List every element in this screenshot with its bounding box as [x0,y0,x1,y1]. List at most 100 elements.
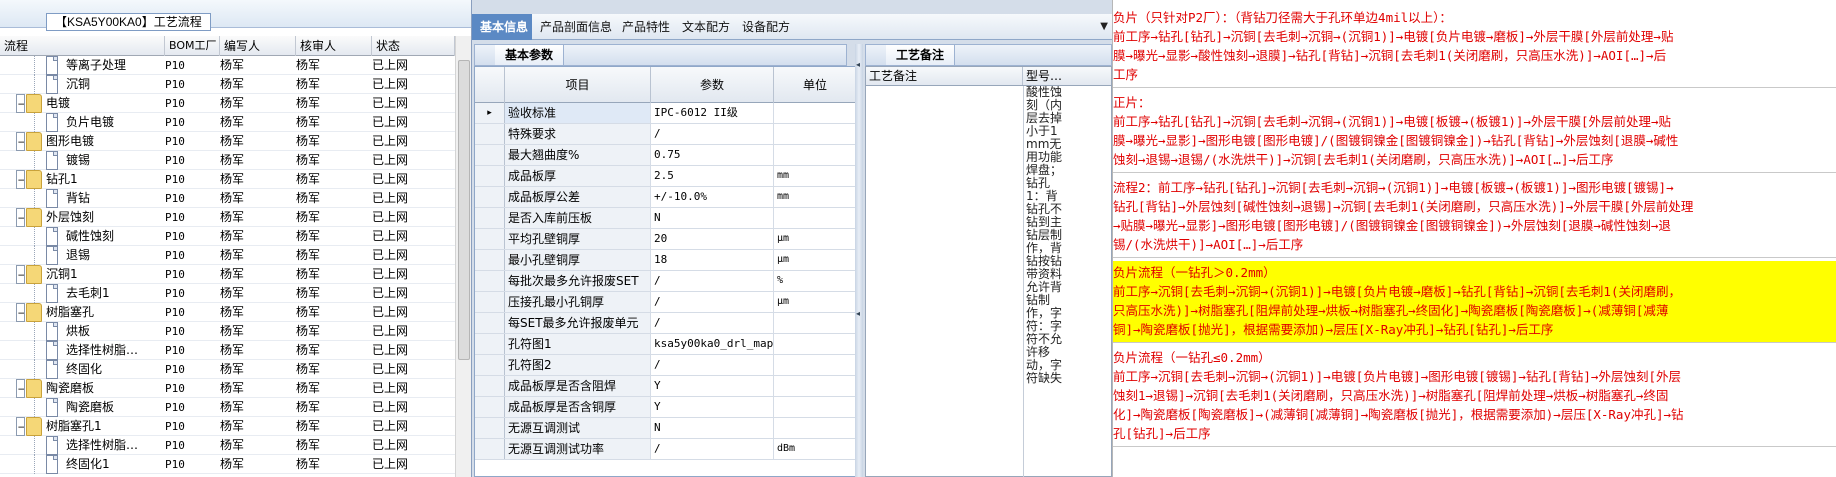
tree-item-label[interactable]: 沉铜1 [46,265,180,284]
grid-row[interactable]: 孔符图1ksa5y00ka0_drl_map.pdf [475,334,855,355]
tree-row[interactable]: − 电镀P10 杨军 杨军 已上网 [0,94,455,113]
grid-header-param[interactable]: 参数 [651,67,774,103]
tree-row[interactable]: 终固化 P10 杨军 杨军 已上网 [0,360,455,379]
grid-param-cell[interactable]: / [651,313,774,333]
tree-row[interactable]: − 沉铜1P10 杨军 杨军 已上网 [0,265,455,284]
grid-param-cell[interactable]: / [651,355,774,375]
grid-row[interactable]: 平均孔壁铜厚 20 μm [475,229,855,250]
grid-param-cell[interactable]: ksa5y00ka0_drl_map.pdf [651,334,774,354]
grid-row[interactable]: 压接孔最小孔铜厚 / μm [475,292,855,313]
notes-header-notes[interactable]: 工艺备注 [866,67,1023,85]
grid-param-cell[interactable]: / [651,439,774,459]
tree-row[interactable]: 烘板 P10 杨军 杨军 已上网 [0,322,455,341]
notes-body[interactable]: 酸性蚀刻（内层去掉小于1mm无用功能焊盘；钻孔1：背钻孔不钻到主钻层制作，背钻按… [865,86,1112,477]
column-header-writer[interactable]: 编写人 [220,36,296,56]
tree-row[interactable]: − 陶瓷磨板P10 杨军 杨军 已上网 [0,379,455,398]
grid-param-cell[interactable]: Y [651,397,774,417]
tree-item-label[interactable]: 陶瓷磨板 [66,398,180,417]
expand-icon[interactable]: − [16,379,25,398]
row-indicator[interactable] [475,166,505,186]
tab-text-recipe[interactable]: 文本配方 [674,14,738,40]
grid-param-cell[interactable]: Y [651,376,774,396]
grid-row[interactable]: 成品板厚 2.5 mm [475,166,855,187]
grid-param-cell[interactable]: 18 [651,250,774,270]
grid-row[interactable]: 特殊要求 / [475,124,855,145]
tree-scrollbar[interactable] [455,36,471,477]
grid-row[interactable]: 无源互调测试功率 / dBm [475,439,855,460]
tree-row[interactable]: 沉铜 P10 杨军 杨军 已上网 [0,75,455,94]
chevron-down-icon[interactable]: ▼ [1100,21,1108,32]
tree-item-label[interactable]: 陶瓷磨板 [46,379,180,398]
grid-row[interactable]: ▸ 验收标准 IPC-6012 II级 [475,103,855,124]
tree-row[interactable]: − 图形电镀P10 杨军 杨军 已上网 [0,132,455,151]
grid-param-cell[interactable]: 0.75 [651,145,774,165]
grid-param-cell[interactable]: / [651,271,774,291]
grid-param-cell[interactable]: +/-10.0% [651,187,774,207]
grid-row[interactable]: 每批次最多允许报废SET /% [475,271,855,292]
row-selector-icon[interactable]: ▸ [475,103,505,123]
tree-item-label[interactable]: 树脂塞孔1 [46,417,180,436]
column-header-reviewer[interactable]: 核审人 [296,36,372,56]
tree-item-label[interactable]: 选择性树脂… [66,436,180,455]
tree-item-label[interactable]: 负片电镀 [66,113,180,132]
tree-item-label[interactable]: 碱性蚀刻 [66,227,180,246]
subtab-basic-params[interactable]: 基本参数 [495,45,565,65]
column-header-bom[interactable]: BOM工厂 [165,36,220,56]
scrollbar-thumb[interactable] [458,60,470,360]
grid-row[interactable]: 成品板厚公差 +/-10.0% mm [475,187,855,208]
tree-item-label[interactable]: 外层蚀刻 [46,208,180,227]
grid-row[interactable]: 成品板厚是否含阻焊 Y [475,376,855,397]
grid-param-cell[interactable]: 20 [651,229,774,249]
tree-row[interactable]: 选择性树脂… P10 杨军 杨军 已上网 [0,341,455,360]
row-indicator[interactable] [475,313,505,333]
tree-item-label[interactable]: 树脂塞孔 [46,303,180,322]
tree-item-label[interactable]: 等离子处理 [66,56,180,75]
grid-param-cell[interactable]: IPC-6012 II级 [651,103,774,123]
expand-icon[interactable]: − [16,208,25,227]
tree-item-label[interactable]: 烘板 [66,322,180,341]
row-indicator[interactable] [475,334,505,354]
grid-row[interactable]: 每SET最多允许报废单元 / [475,313,855,334]
grid-row[interactable]: 孔符图2/ [475,355,855,376]
grid-param-cell[interactable]: N [651,208,774,228]
expand-icon[interactable]: − [16,170,25,189]
grid-row[interactable]: 无源互调测试 N [475,418,855,439]
grid-param-cell[interactable]: / [651,292,774,312]
expand-icon[interactable]: − [16,417,25,436]
tree-row[interactable]: 终固化1 P10 杨军 杨军 已上网 [0,455,455,474]
tab-product-features[interactable]: 产品特性 [614,14,678,40]
expand-icon[interactable]: − [16,132,25,151]
row-indicator[interactable] [475,376,505,396]
grid-row[interactable]: 成品板厚是否含铜厚 Y [475,397,855,418]
tree-item-label[interactable]: 电镀 [46,94,180,113]
row-indicator[interactable] [475,208,505,228]
splitter-arrow-icon[interactable]: ◂ [856,60,860,69]
tab-section-info[interactable]: 产品剖面信息 [532,14,620,40]
grid-row[interactable]: 最小孔壁铜厚 18 μm [475,250,855,271]
row-indicator[interactable] [475,355,505,375]
grid-param-cell[interactable]: 2.5 [651,166,774,186]
tree-item-label[interactable]: 镀锡 [66,151,180,170]
row-indicator[interactable] [475,418,505,438]
tree-row[interactable]: 退锡 P10 杨军 杨军 已上网 [0,246,455,265]
row-indicator[interactable] [475,250,505,270]
tree-item-label[interactable]: 终固化 [66,360,180,379]
tree-row[interactable]: − 外层蚀刻P10 杨军 杨军 已上网 [0,208,455,227]
splitter-arrow-icon[interactable]: ◂ [856,309,860,318]
tree-row[interactable]: 去毛刺1 P10 杨军 杨军 已上网 [0,284,455,303]
grid-row[interactable]: 最大翘曲度% 0.75 [475,145,855,166]
grid-row[interactable]: 是否入库前压板 N [475,208,855,229]
panel-splitter[interactable]: ◂ ◂ [855,44,863,477]
subtab-process-notes[interactable]: 工艺备注 [886,45,956,65]
tree-row[interactable]: 镀锡 P10 杨军 杨军 已上网 [0,151,455,170]
row-indicator[interactable] [475,292,505,312]
row-indicator[interactable] [475,124,505,144]
row-indicator[interactable] [475,271,505,291]
row-indicator[interactable] [475,439,505,459]
tree-row[interactable]: − 钻孔1P10 杨军 杨军 已上网 [0,170,455,189]
tree-item-label[interactable]: 背钻 [66,189,180,208]
tree-row[interactable]: 负片电镀 P10 杨军 杨军 已上网 [0,113,455,132]
expand-icon[interactable]: − [16,303,25,322]
tree-item-label[interactable]: 去毛刺1 [66,284,180,303]
expand-icon[interactable]: − [16,265,25,284]
